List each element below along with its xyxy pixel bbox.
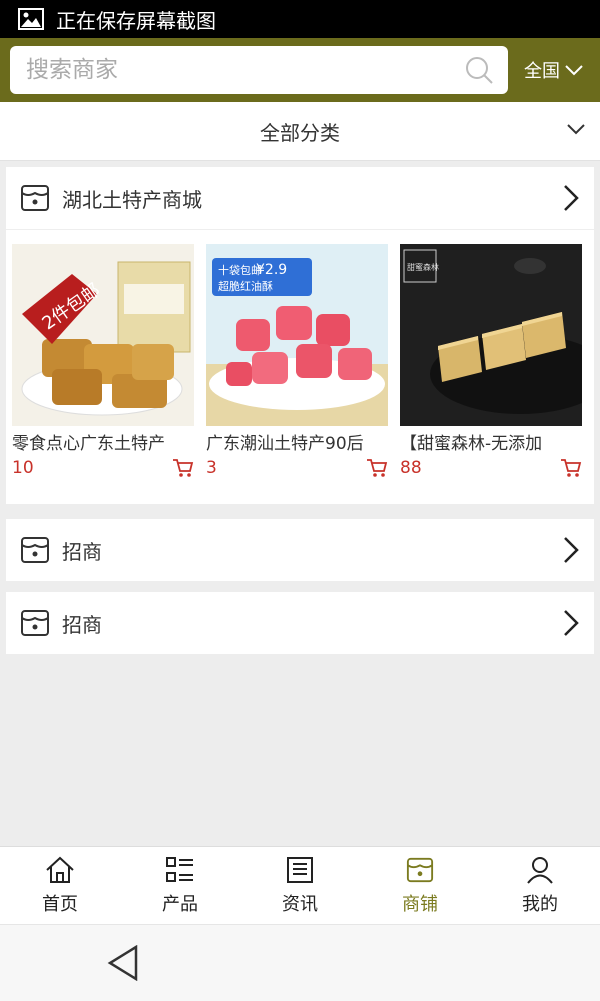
product-list-icon <box>166 857 193 882</box>
shop-title: 湖北土特产商城 <box>62 187 202 212</box>
product-price: 3 <box>206 458 217 478</box>
back-icon[interactable] <box>106 945 142 981</box>
bottom-tab-bar: 首页 产品 资讯 商铺 我的 <box>0 846 600 925</box>
chevron-right-icon[interactable] <box>562 609 580 637</box>
region-selector[interactable]: 全国 <box>508 57 600 83</box>
tab-label: 我的 <box>522 894 558 915</box>
tab-profile[interactable]: 我的 <box>480 847 600 925</box>
shop-card: 招商 <box>6 592 594 654</box>
tab-home[interactable]: 首页 <box>0 847 120 925</box>
image-icon <box>18 8 44 30</box>
product-image: 甜蜜森林 <box>400 244 582 426</box>
status-bar: 正在保存屏幕截图 <box>0 0 600 38</box>
tab-shops[interactable]: 商铺 <box>360 847 480 925</box>
tab-label: 商铺 <box>402 894 438 915</box>
search-input[interactable] <box>24 56 448 84</box>
product-card[interactable]: 甜蜜森林 【甜蜜森林-无添加 88 <box>400 244 582 504</box>
tab-products[interactable]: 产品 <box>120 847 240 925</box>
shop-title: 招商 <box>62 539 102 564</box>
product-badge-text: 甜蜜森林 <box>407 262 439 272</box>
category-label: 全部分类 <box>260 120 340 145</box>
profile-icon <box>527 857 553 884</box>
tab-news[interactable]: 资讯 <box>240 847 360 925</box>
cart-icon[interactable] <box>172 458 194 478</box>
product-price: 10 <box>12 458 34 478</box>
top-bar: 全国 <box>0 38 600 102</box>
tab-label: 产品 <box>162 894 198 915</box>
cart-icon[interactable] <box>366 458 388 478</box>
shop-icon <box>406 857 434 883</box>
shop-title: 招商 <box>62 612 102 637</box>
chevron-right-icon[interactable] <box>562 536 580 564</box>
tab-label: 首页 <box>42 894 78 915</box>
shop-header[interactable]: 招商 <box>6 592 594 654</box>
chevron-right-icon[interactable] <box>562 184 580 212</box>
category-filter[interactable]: 全部分类 <box>0 102 600 161</box>
product-price: 88 <box>400 458 422 478</box>
status-text: 正在保存屏幕截图 <box>56 8 216 33</box>
product-badge-sub: 超脆红油酥 <box>218 279 273 293</box>
shop-header[interactable]: 招商 <box>6 519 594 581</box>
tab-label: 资讯 <box>282 894 318 915</box>
news-icon <box>287 857 313 883</box>
product-name: 【甜蜜森林-无添加 <box>400 434 543 454</box>
shop-icon <box>21 537 49 563</box>
search-icon[interactable] <box>464 55 494 85</box>
home-icon <box>46 856 74 883</box>
product-card[interactable]: 2件包邮 零食点心广东土特产 10 <box>12 244 194 504</box>
product-image: 十袋包邮 超脆红油酥 ¥2.9 <box>206 244 388 426</box>
product-badge-price: ¥2.9 <box>256 262 287 278</box>
cart-icon[interactable] <box>560 458 582 478</box>
shop-header[interactable]: 湖北土特产商城 <box>6 167 594 229</box>
system-nav-bar <box>0 924 600 1001</box>
chevron-down-icon <box>565 65 583 76</box>
region-label: 全国 <box>524 61 560 82</box>
shop-icon <box>21 185 49 211</box>
product-name: 广东潮汕土特产90后 <box>206 434 364 454</box>
shop-card: 湖北土特产商城 2件包邮 零食点心广东土特产 10 十袋包邮 超脆红油酥 ¥2.… <box>6 167 594 504</box>
chevron-down-icon <box>567 124 585 135</box>
shop-icon <box>21 610 49 636</box>
product-list: 2件包邮 零食点心广东土特产 10 十袋包邮 超脆红油酥 ¥2.9 广东潮汕土特… <box>6 229 594 504</box>
shop-card: 招商 <box>6 519 594 581</box>
product-card[interactable]: 十袋包邮 超脆红油酥 ¥2.9 广东潮汕土特产90后 3 <box>206 244 388 504</box>
product-image: 2件包邮 <box>12 244 194 426</box>
product-name: 零食点心广东土特产 <box>12 434 165 454</box>
search-box[interactable] <box>10 46 508 94</box>
